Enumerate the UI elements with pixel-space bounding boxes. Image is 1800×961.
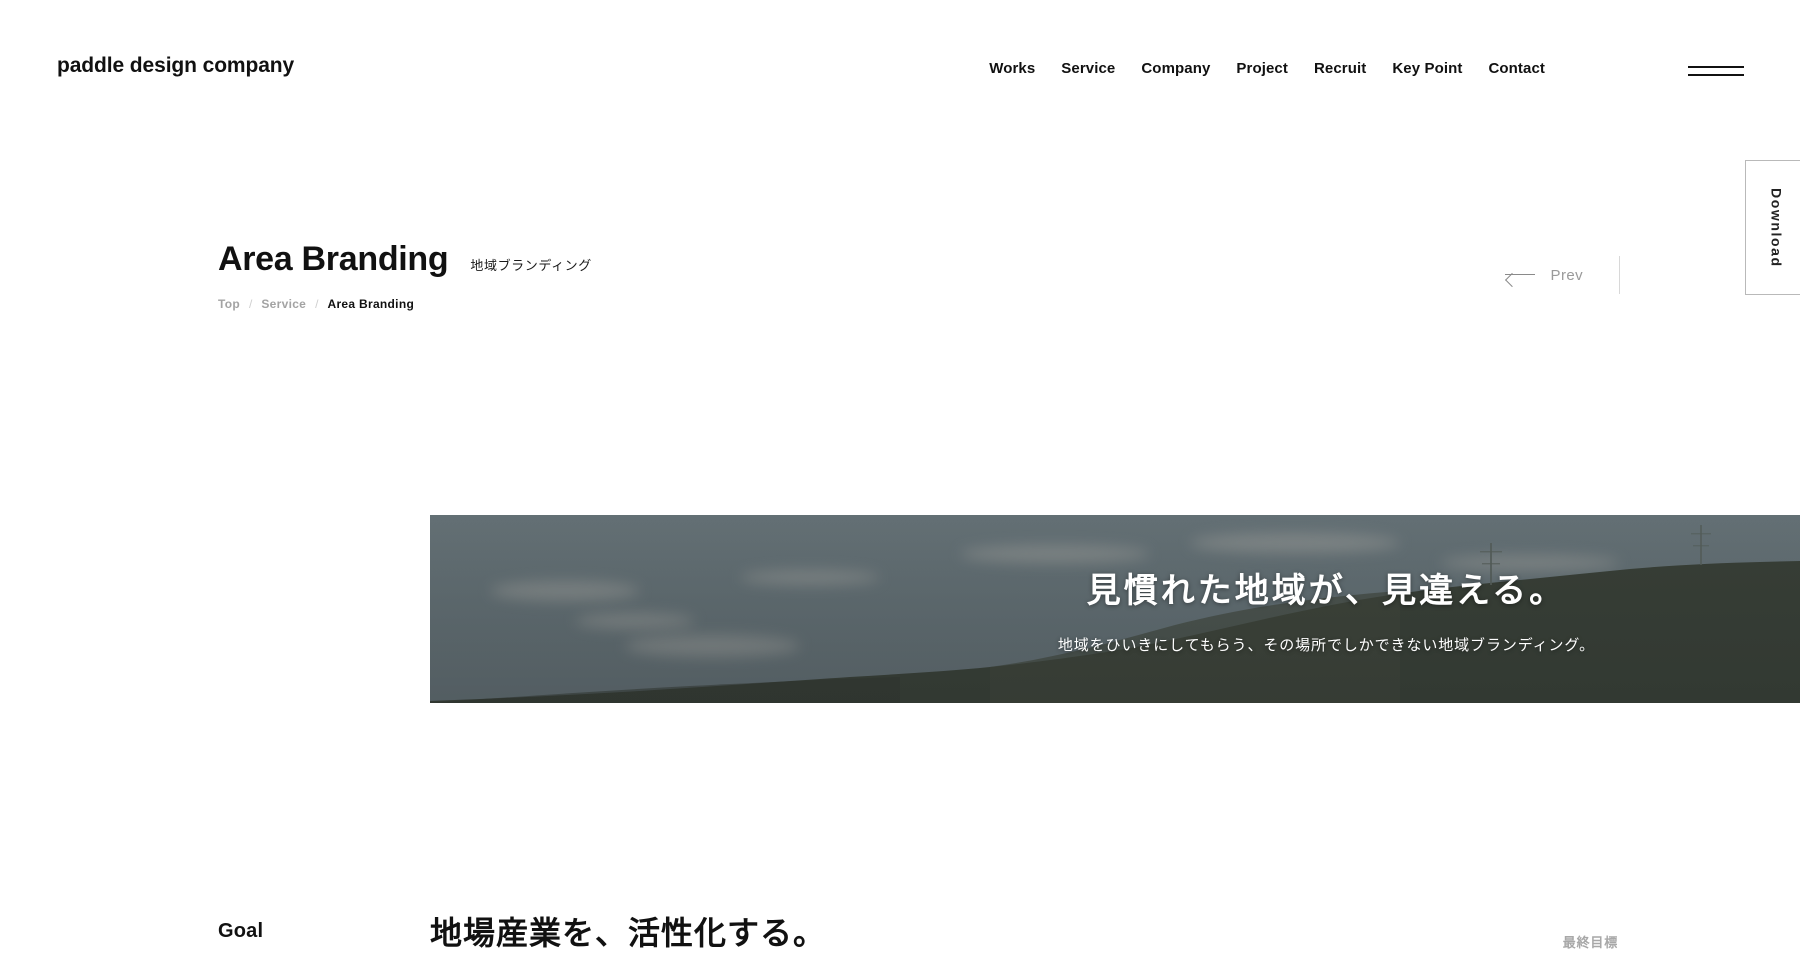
goal-headline: 地場産業を、活性化する。 — [430, 915, 827, 951]
breadcrumb-separator: / — [315, 297, 319, 311]
prev-label: Prev — [1550, 266, 1583, 284]
primary-nav: Works Service Company Project Recruit Ke… — [989, 60, 1545, 77]
page-root: paddle design company Works Service Comp… — [0, 0, 1800, 961]
page-subtitle: 地域ブランディング — [470, 258, 592, 273]
site-header: paddle design company Works Service Comp… — [0, 0, 1800, 125]
pager-divider — [1619, 256, 1620, 294]
nav-item-works[interactable]: Works — [989, 60, 1035, 77]
page-title: Area Branding — [218, 240, 449, 278]
arrow-left-icon — [1504, 269, 1535, 288]
hamburger-bar-top — [1688, 66, 1744, 68]
goal-note: 最終目標 — [1562, 935, 1618, 950]
pager: Prev — [1504, 255, 1620, 295]
hero-banner: 見慣れた地域が、見違える。 地域をひいきにしてもらう、その場所でしかできない地域… — [430, 515, 1800, 703]
site-logo[interactable]: paddle design company — [57, 54, 294, 78]
page-title-row: Area Branding 地域ブランディング — [218, 240, 592, 279]
nav-item-company[interactable]: Company — [1141, 60, 1210, 77]
nav-item-recruit[interactable]: Recruit — [1314, 60, 1366, 77]
hero-subline: 地域をひいきにしてもらう、その場所でしかできない地域ブランディング。 — [1057, 637, 1595, 654]
nav-item-key-point[interactable]: Key Point — [1392, 60, 1462, 77]
nav-item-contact[interactable]: Contact — [1488, 60, 1545, 77]
nav-item-service[interactable]: Service — [1061, 60, 1115, 77]
goal-section: Goal 地場産業を、活性化する。 最終目標 — [218, 908, 1618, 961]
breadcrumb-item-top[interactable]: Top — [218, 297, 240, 311]
breadcrumb-separator: / — [249, 297, 253, 311]
prev-link[interactable]: Prev — [1504, 266, 1619, 288]
hamburger-bar-bottom — [1688, 74, 1744, 76]
breadcrumb: Top / Service / Area Branding — [218, 297, 592, 311]
breadcrumb-item-service[interactable]: Service — [261, 297, 306, 311]
page-title-block: Area Branding 地域ブランディング Top / Service / … — [218, 240, 592, 311]
hero-text-block: 見慣れた地域が、見違える。 地域をひいきにしてもらう、その場所でしかできない地域… — [1058, 563, 1595, 655]
download-tab-label: Download — [1768, 187, 1785, 268]
nav-item-project[interactable]: Project — [1236, 60, 1288, 77]
hamburger-icon[interactable] — [1688, 62, 1744, 80]
breadcrumb-item-current: Area Branding — [327, 297, 415, 311]
goal-label: Goal — [218, 920, 264, 942]
hero-headline: 見慣れた地域が、見違える。 — [1086, 572, 1567, 610]
download-tab[interactable]: Download — [1745, 160, 1800, 295]
